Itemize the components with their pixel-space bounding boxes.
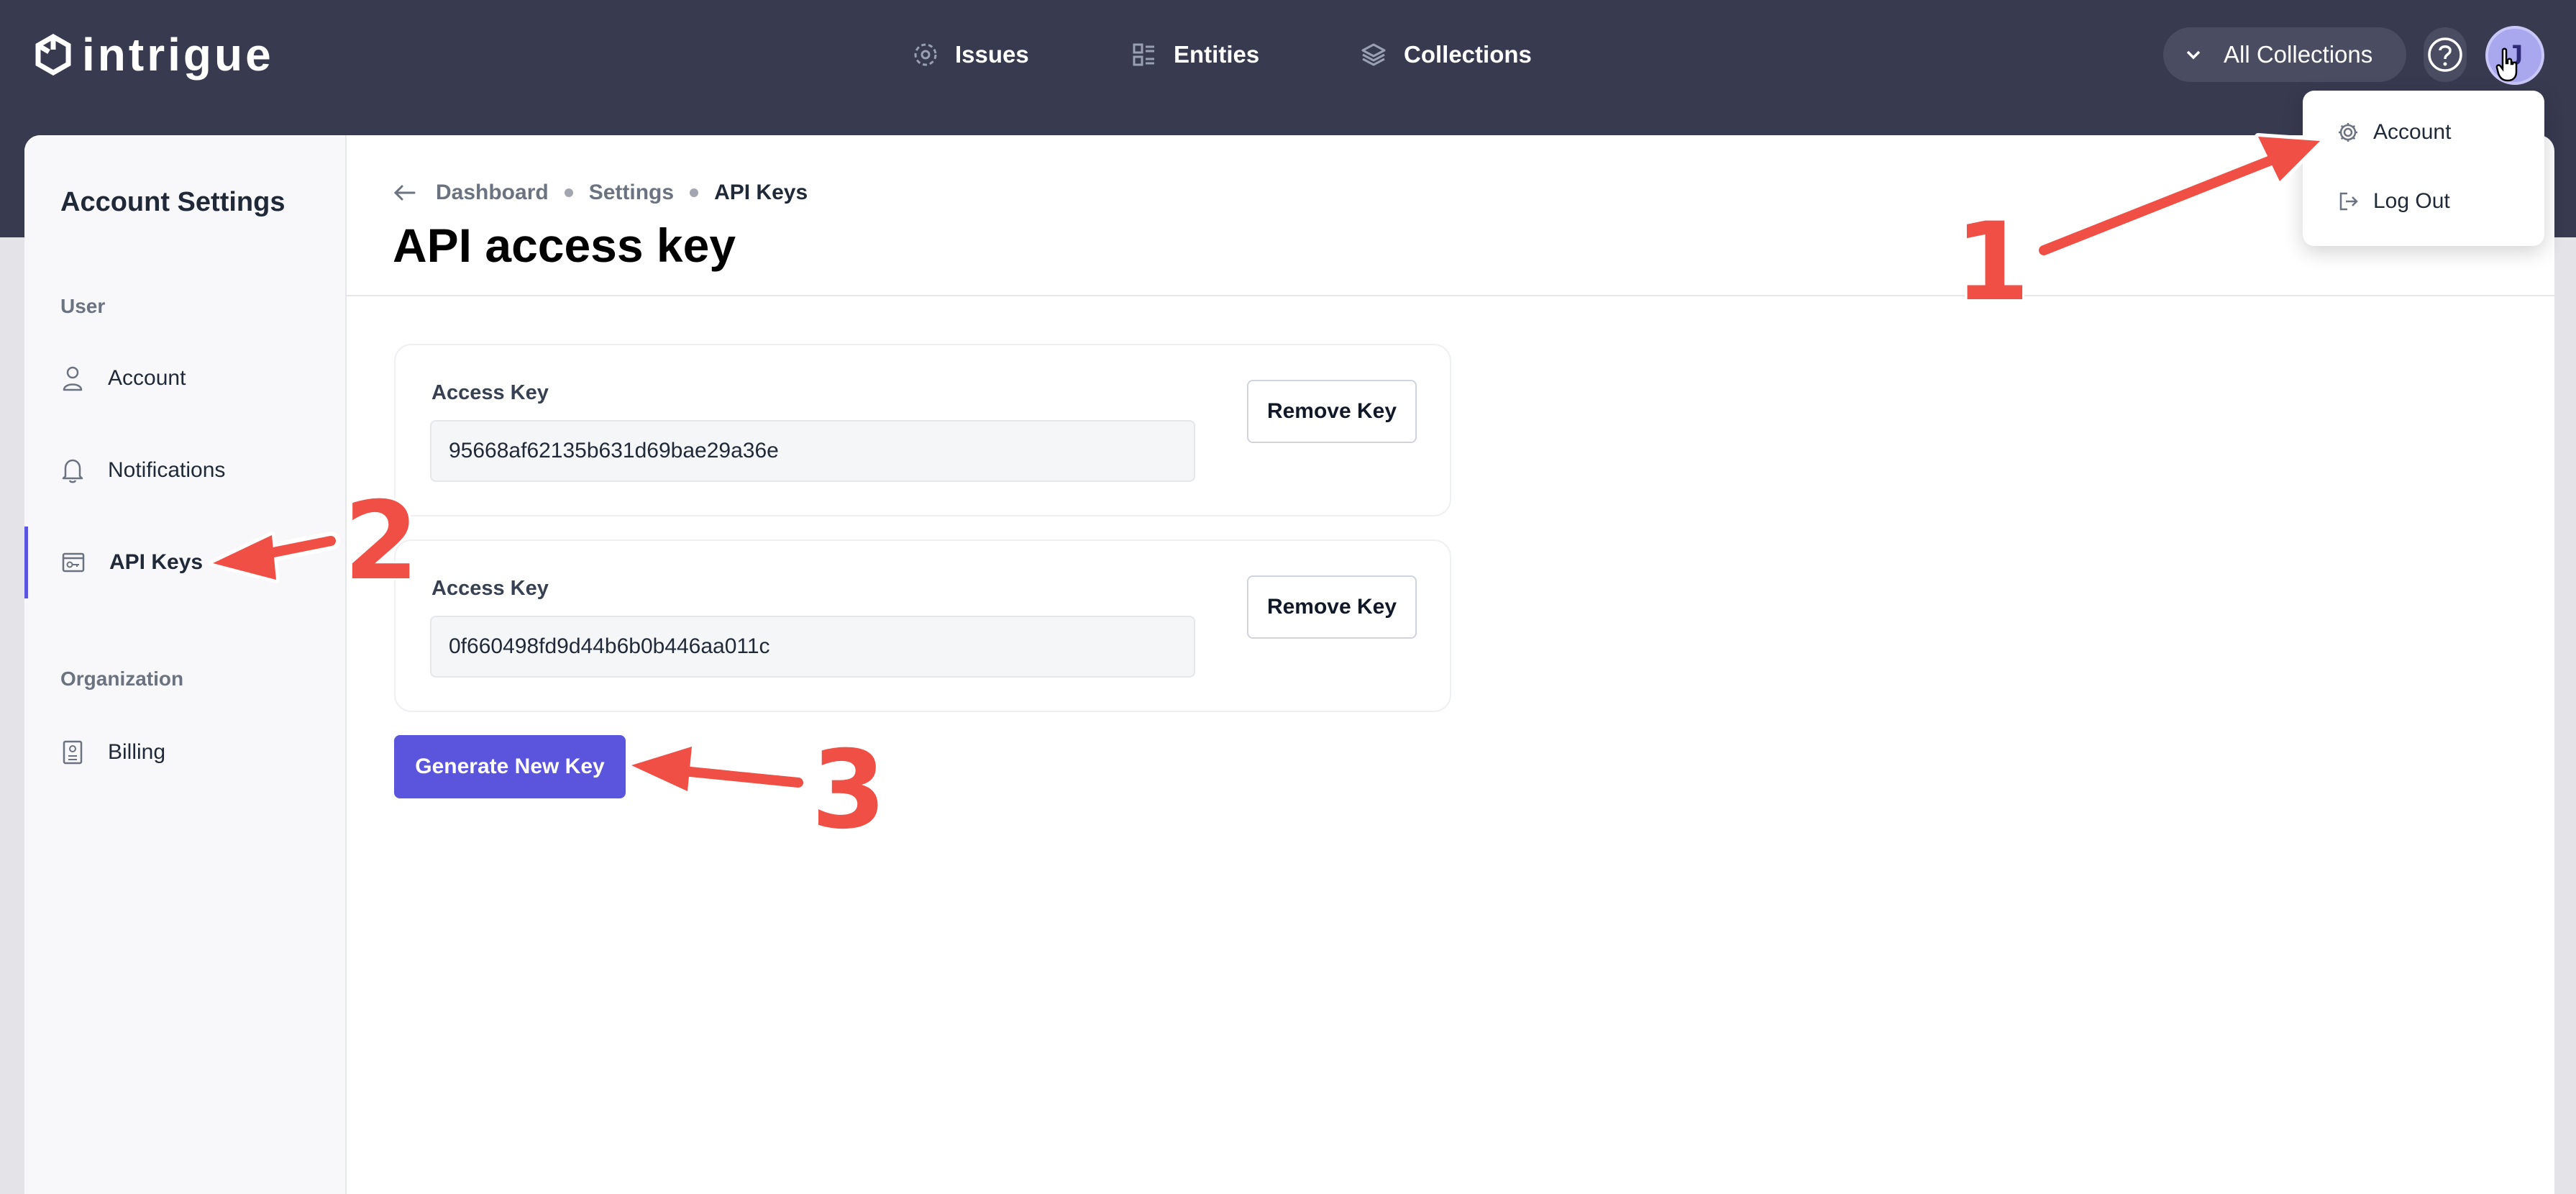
chevron-down-icon	[2186, 50, 2201, 60]
access-key-card: Access Key Remove Key	[394, 539, 1451, 712]
sidebar-item-account[interactable]: Account	[24, 342, 345, 414]
section-label-organization: Organization	[60, 667, 184, 690]
user-menu-account-label: Account	[2373, 120, 2452, 144]
breadcrumb-separator	[690, 188, 699, 197]
page-title: API access key	[393, 219, 736, 272]
breadcrumb-current: API Keys	[714, 181, 808, 204]
nav-collections[interactable]: Collections	[1361, 29, 1532, 81]
collections-select-value: All Collections	[2224, 41, 2373, 68]
layers-icon	[1361, 43, 1386, 66]
user-menu-logout[interactable]: Log Out	[2337, 180, 2450, 223]
breadcrumb: Dashboard Settings API Keys	[393, 171, 808, 214]
sidebar-item-label: Billing	[108, 740, 166, 764]
header-divider	[347, 295, 2554, 296]
access-key-label: Access Key	[431, 381, 549, 404]
nav-issues[interactable]: Issues	[913, 29, 1029, 81]
section-label-user: User	[60, 295, 106, 317]
gear-icon	[2339, 123, 2357, 142]
sidebar-item-label: Notifications	[108, 458, 226, 482]
hexagon-logo-icon	[35, 34, 71, 76]
sidebar-item-label: Account	[108, 366, 186, 390]
user-menu-account[interactable]: Account	[2337, 111, 2451, 154]
nav-issues-label: Issues	[955, 41, 1029, 68]
settings-sidebar: Account Settings User Account Notificati…	[24, 135, 347, 1194]
remove-key-button[interactable]: Remove Key	[1247, 575, 1417, 639]
bell-icon	[62, 459, 83, 483]
breadcrumb-dashboard[interactable]: Dashboard	[436, 181, 549, 205]
nav-collections-label: Collections	[1404, 41, 1532, 68]
settings-panel: Account Settings User Account Notificati…	[24, 135, 2554, 1194]
target-icon	[914, 43, 937, 66]
breadcrumb-settings[interactable]: Settings	[589, 181, 674, 205]
sidebar-title: Account Settings	[60, 187, 286, 217]
sidebar-item-notifications[interactable]: Notifications	[24, 434, 345, 506]
help-icon	[2428, 37, 2462, 72]
list-grid-icon	[1133, 43, 1154, 66]
user-menu-dropdown: Account Log Out	[2303, 91, 2544, 246]
breadcrumb-separator	[564, 188, 573, 197]
sidebar-item-billing[interactable]: Billing	[24, 716, 345, 788]
arrow-left-icon[interactable]	[393, 184, 417, 201]
hand-cursor-icon	[2495, 47, 2518, 82]
collections-select[interactable]: All Collections	[2163, 27, 2406, 82]
logout-icon	[2339, 192, 2358, 211]
remove-key-button[interactable]: Remove Key	[1247, 380, 1417, 443]
logo-text: intrigue	[82, 29, 274, 81]
sidebar-item-label: API Keys	[109, 550, 204, 574]
sidebar-item-api-keys[interactable]: API Keys	[24, 527, 345, 598]
logo[interactable]: intrigue	[35, 29, 274, 81]
user-menu-logout-label: Log Out	[2373, 189, 2450, 213]
access-key-field[interactable]	[430, 420, 1195, 482]
nav-entities[interactable]: Entities	[1132, 29, 1259, 81]
access-key-label: Access Key	[431, 577, 549, 600]
nav-entities-label: Entities	[1174, 41, 1260, 68]
receipt-icon	[63, 740, 83, 765]
access-key-field[interactable]	[430, 616, 1195, 678]
key-card-icon	[62, 552, 85, 573]
access-key-card: Access Key Remove Key	[394, 344, 1451, 516]
generate-new-key-button[interactable]: Generate New Key	[394, 735, 626, 798]
help-button[interactable]	[2424, 27, 2467, 82]
user-icon	[63, 366, 83, 391]
